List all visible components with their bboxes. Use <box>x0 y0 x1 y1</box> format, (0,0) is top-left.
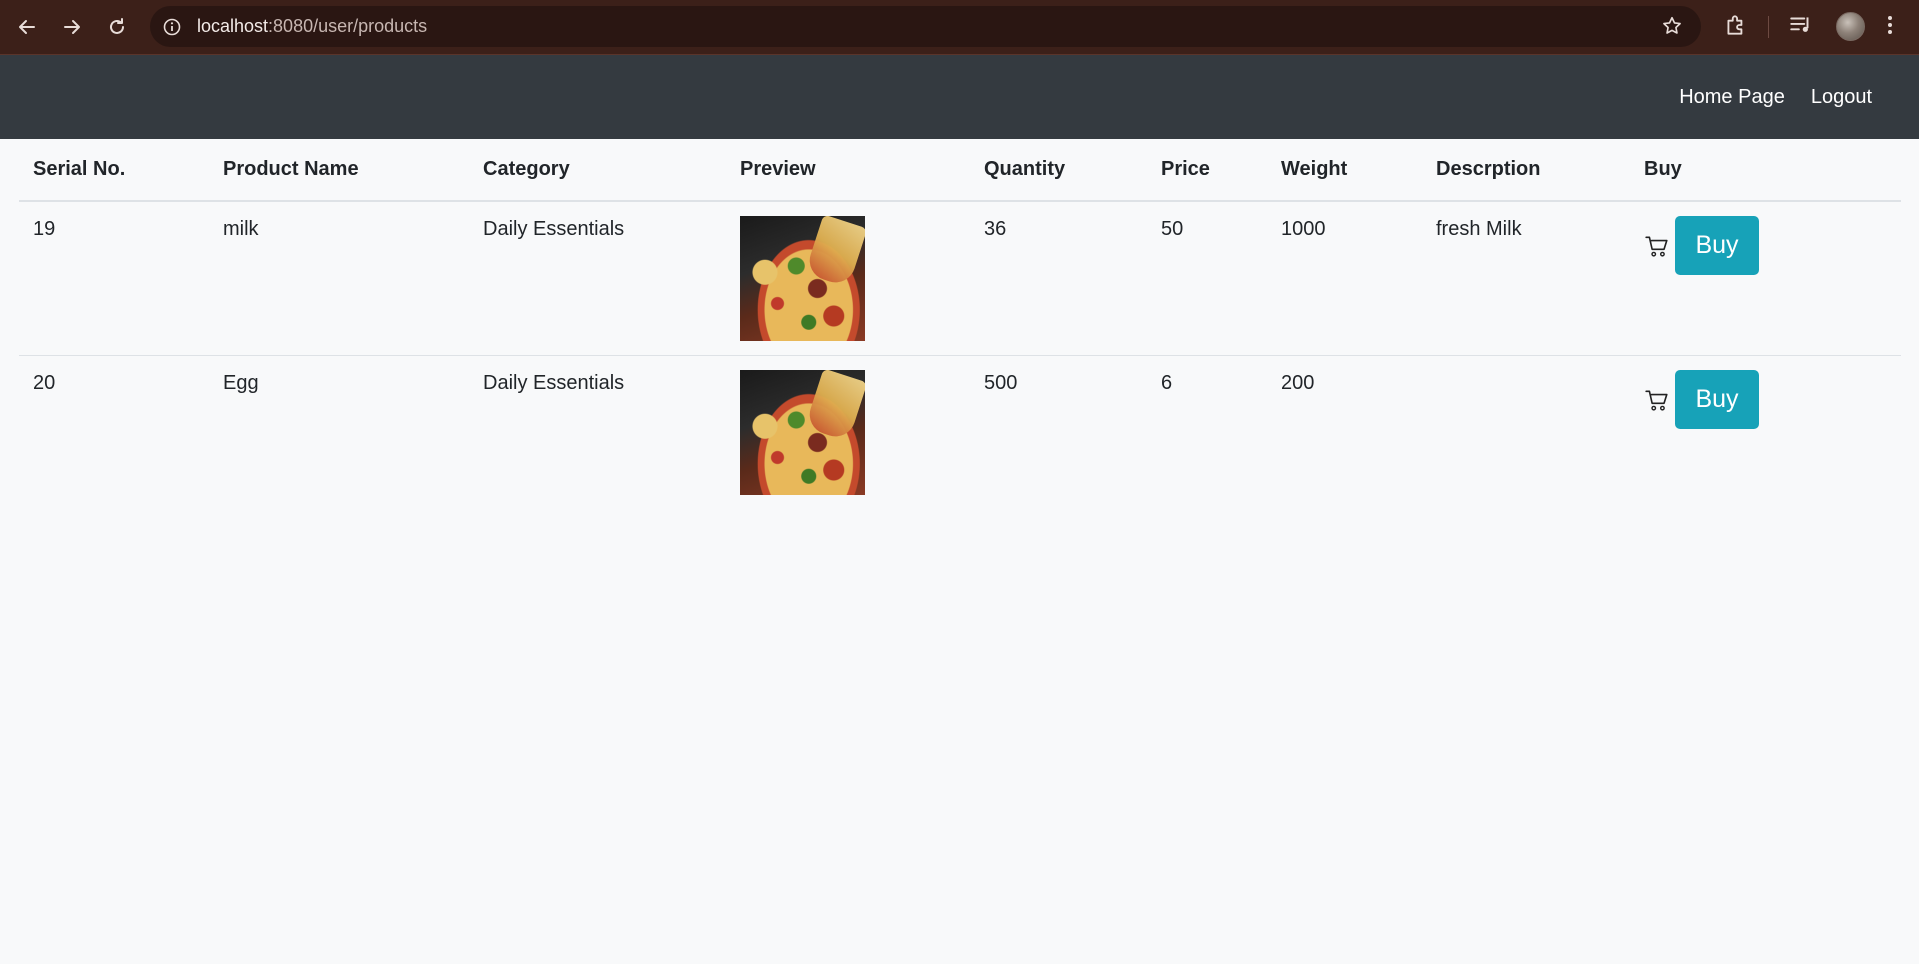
cell-weight: 1000 <box>1267 201 1422 356</box>
cell-description: fresh Milk <box>1422 201 1630 356</box>
url-path: :8080/user/products <box>268 16 428 36</box>
header-price: Price <box>1147 139 1267 202</box>
cell-category: Daily Essentials <box>469 201 726 356</box>
product-preview-image <box>740 370 865 495</box>
cell-preview <box>726 201 970 356</box>
header-description: Descrption <box>1422 139 1630 202</box>
products-table: Serial No. Product Name Category Preview… <box>19 139 1901 509</box>
navbar-links: Home Page Logout <box>1679 55 1872 139</box>
cart-icon[interactable] <box>1644 233 1670 259</box>
browser-toolbar: localhost:8080/user/products <box>0 0 1919 55</box>
cell-quantity: 36 <box>970 201 1147 356</box>
cell-preview <box>726 356 970 510</box>
cell-description <box>1422 356 1630 510</box>
header-product-name: Product Name <box>209 139 469 202</box>
header-weight: Weight <box>1267 139 1422 202</box>
puzzle-icon[interactable] <box>1723 12 1749 38</box>
products-content: Serial No. Product Name Category Preview… <box>0 139 1919 509</box>
profile-avatar[interactable] <box>1836 12 1865 41</box>
url-text: localhost:8080/user/products <box>197 16 427 37</box>
buy-button[interactable]: Buy <box>1675 216 1759 275</box>
cell-serial: 19 <box>19 201 209 356</box>
cell-buy: Buy <box>1630 201 1901 356</box>
buy-actions: Buy <box>1644 370 1901 429</box>
star-icon[interactable] <box>1661 15 1683 37</box>
table-row: 19 milk Daily Essentials 36 50 1000 fres… <box>19 201 1901 356</box>
media-control-icon[interactable] <box>1788 12 1814 38</box>
kebab-menu-icon[interactable] <box>1884 12 1896 38</box>
app-navbar: Home Page Logout <box>0 55 1919 139</box>
header-serial: Serial No. <box>19 139 209 202</box>
cell-serial: 20 <box>33 372 56 394</box>
home-page-link[interactable]: Home Page <box>1679 86 1785 109</box>
cell-weight: 200 <box>1281 372 1315 394</box>
product-preview-image <box>740 216 865 341</box>
address-bar[interactable]: localhost:8080/user/products <box>150 6 1701 47</box>
cell-price: 50 <box>1147 201 1267 356</box>
cell-category: Daily Essentials <box>483 372 625 394</box>
table-row: 20 Egg Daily Essentials 500 6 200 Buy <box>19 356 1901 510</box>
header-quantity: Quantity <box>970 139 1147 202</box>
info-icon[interactable] <box>161 16 183 38</box>
cell-product-name: Egg <box>223 372 259 394</box>
logout-link[interactable]: Logout <box>1811 86 1872 109</box>
header-buy: Buy <box>1630 139 1901 202</box>
table-header-row: Serial No. Product Name Category Preview… <box>19 139 1901 202</box>
reload-icon[interactable] <box>102 12 132 42</box>
header-preview: Preview <box>726 139 970 202</box>
cell-buy: Buy <box>1630 356 1901 510</box>
url-host: localhost <box>197 16 269 36</box>
back-arrow-icon[interactable] <box>12 12 42 42</box>
header-category: Category <box>469 139 726 202</box>
cart-icon[interactable] <box>1644 387 1670 413</box>
cell-quantity: 500 <box>984 372 1018 394</box>
buy-actions: Buy <box>1644 216 1901 275</box>
buy-button[interactable]: Buy <box>1675 370 1759 429</box>
cell-product-name: milk <box>209 201 469 356</box>
toolbar-divider <box>1768 16 1769 38</box>
cell-price: 6 <box>1161 372 1173 394</box>
forward-arrow-icon[interactable] <box>57 12 87 42</box>
